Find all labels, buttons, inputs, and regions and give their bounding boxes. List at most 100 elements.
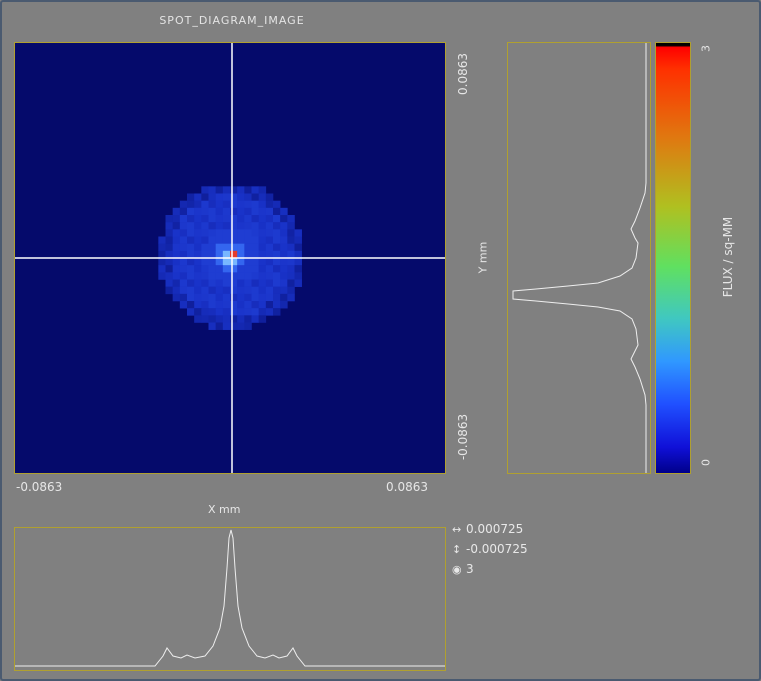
spot-pixel: [280, 265, 288, 273]
spot-pixel: [215, 207, 224, 216]
spot-pixel: [230, 258, 238, 266]
spot-pixel: [230, 293, 238, 302]
spot-pixel: [201, 272, 209, 280]
spot-pixel: [265, 301, 274, 309]
spot-pixel: [258, 200, 267, 209]
spot-pixel: [215, 250, 224, 259]
spot-pixel: [222, 222, 231, 230]
spot-pixel: [273, 279, 281, 287]
spot-pixel: [215, 258, 224, 266]
spot-pixel: [194, 222, 202, 230]
spot-pixel: [201, 243, 209, 252]
spot-pixel: [201, 215, 209, 223]
spot-pixel: [172, 286, 181, 295]
spot-pixel: [165, 236, 173, 244]
spot-pixel: [230, 229, 238, 237]
spot-pixel: [179, 258, 188, 266]
spot-pixel: [237, 215, 245, 223]
x-axis-label: X mm: [208, 503, 241, 516]
spot-pixel: [222, 250, 231, 259]
stat-peak-value: 3: [466, 562, 474, 576]
spot-pixel: [230, 193, 238, 201]
spot-pixel: [208, 193, 216, 201]
spot-pixel: [165, 229, 173, 237]
spot-pixel: [215, 308, 224, 316]
spot-image[interactable]: [14, 42, 446, 474]
spot-pixel: [251, 215, 259, 223]
spot-pixel: [179, 229, 188, 237]
spot-pixel: [265, 222, 274, 230]
spot-pixel: [208, 250, 216, 259]
colorbar: [655, 42, 691, 474]
spot-pixel: [237, 286, 245, 295]
spot-pixel: [172, 222, 181, 230]
spot-pixel: [179, 243, 188, 252]
colorbar-label: FLUX / sq-MM: [721, 216, 735, 298]
spot-pixel: [194, 308, 202, 316]
spot-pixel: [222, 243, 231, 252]
y-axis-label: Y mm: [476, 241, 490, 274]
spot-pixel: [258, 286, 267, 295]
spot-pixel: [280, 215, 288, 223]
spot-pixel: [265, 286, 274, 295]
spot-pixel: [179, 293, 188, 302]
spot-pixel: [265, 250, 274, 259]
spot-pixel: [158, 272, 166, 280]
spot-pixel: [265, 200, 274, 209]
spot-pixel: [258, 258, 267, 266]
spot-pixel: [258, 222, 267, 230]
spot-pixel: [265, 207, 274, 216]
spot-pixel: [194, 229, 202, 237]
spot-pixel: [287, 265, 295, 273]
spot-pixel: [251, 272, 259, 280]
spot-pixel: [237, 265, 245, 273]
spot-pixel: [158, 250, 166, 259]
spot-pixel: [208, 265, 216, 273]
spot-pixel: [215, 222, 224, 230]
spot-pixel: [208, 229, 216, 237]
spot-pixel: [194, 293, 202, 302]
spot-pixel: [179, 279, 188, 287]
spot-pixel: [187, 293, 195, 302]
spot-pixel: [273, 207, 281, 216]
spot-pixel: [179, 222, 188, 230]
spot-pixel: [265, 229, 274, 237]
spot-pixel: [280, 293, 288, 302]
spot-pixel: [201, 193, 209, 201]
spot-pixel: [251, 265, 259, 273]
spot-pixel: [215, 236, 224, 244]
spot-pixel: [244, 279, 252, 287]
spot-pixel: [237, 186, 245, 194]
spot-pixel: [215, 200, 224, 209]
spot-pixel: [194, 243, 202, 252]
spot-pixel: [172, 215, 181, 223]
spot-pixel: [230, 236, 238, 244]
spot-pixel: [258, 301, 267, 309]
spot-pixel: [215, 322, 224, 330]
spot-pixel: [273, 293, 281, 302]
spot-pixel: [265, 308, 274, 316]
spot-pixel: [172, 293, 181, 302]
spot-pixel: [280, 301, 288, 309]
spot-pixel: [251, 200, 259, 209]
spot-image-canvas[interactable]: [15, 43, 445, 473]
spot-pixel: [273, 286, 281, 295]
spot-pixel: [201, 301, 209, 309]
spot-pixel: [244, 265, 252, 273]
spot-pixel: [215, 215, 224, 223]
spot-pixel: [194, 272, 202, 280]
stat-vertical: ↕ -0.000725: [452, 542, 528, 556]
spot-pixel: [165, 250, 173, 259]
spot-pixel: [280, 272, 288, 280]
spot-pixel: [287, 286, 295, 295]
spot-pixel: [287, 229, 295, 237]
spot-pixel: [208, 322, 216, 330]
x-axis-min: -0.0863: [16, 480, 63, 494]
spot-pixel: [179, 250, 188, 259]
x-profile-line: [15, 529, 445, 667]
spot-pixel: [208, 215, 216, 223]
spot-pixel: [265, 236, 274, 244]
spot-pixel: [187, 236, 195, 244]
spot-pixel: [244, 193, 252, 201]
spot-pixel: [187, 243, 195, 252]
